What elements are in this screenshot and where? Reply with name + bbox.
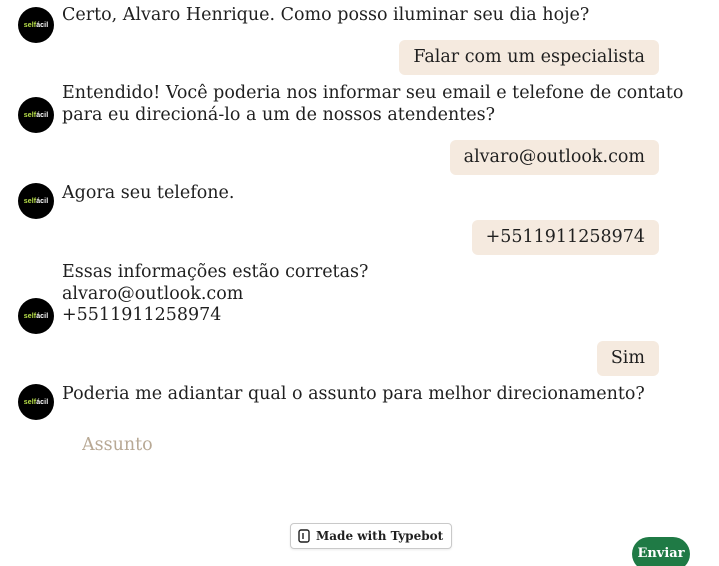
badge-label: Made with Typebot <box>316 529 444 543</box>
user-message: +5511911258974 <box>471 220 659 255</box>
avatar-logo-text-1: self <box>23 21 37 29</box>
typebot-logo-icon <box>298 529 310 543</box>
bot-avatar: self ácil <box>18 7 54 43</box>
avatar-logo-text-2: ácil <box>36 312 49 320</box>
avatar-logo-text-1: self <box>23 312 37 320</box>
send-button[interactable]: Enviar <box>632 537 690 566</box>
subject-input[interactable] <box>70 425 574 465</box>
avatar-logo-text-2: ácil <box>36 197 49 205</box>
bot-message: Agora seu telefone. <box>62 183 235 203</box>
avatar-logo-text-2: ácil <box>36 398 49 406</box>
avatar-logo-text-2: ácil <box>36 21 49 29</box>
bot-message: Certo, Alvaro Henrique. Como posso ilumi… <box>62 5 590 25</box>
user-message: Falar com um especialista <box>399 40 659 75</box>
user-message: alvaro@outlook.com <box>449 140 659 175</box>
bot-message: Poderia me adiantar qual o assunto para … <box>62 384 645 404</box>
bot-avatar: self ácil <box>18 384 54 420</box>
bot-avatar: self ácil <box>18 298 54 334</box>
bot-avatar: self ácil <box>18 183 54 219</box>
bot-message: Essas informações estão corretas? alvaro… <box>62 262 369 325</box>
avatar-logo-text-1: self <box>23 111 37 119</box>
made-with-typebot-badge[interactable]: Made with Typebot <box>290 523 453 549</box>
avatar-logo-text-1: self <box>23 197 37 205</box>
user-message: Sim <box>596 341 659 376</box>
bot-avatar: self ácil <box>18 97 54 133</box>
bot-message: Entendido! Você poderia nos informar seu… <box>62 83 684 125</box>
avatar-logo-text-1: self <box>23 398 37 406</box>
avatar-logo-text-2: ácil <box>36 111 49 119</box>
